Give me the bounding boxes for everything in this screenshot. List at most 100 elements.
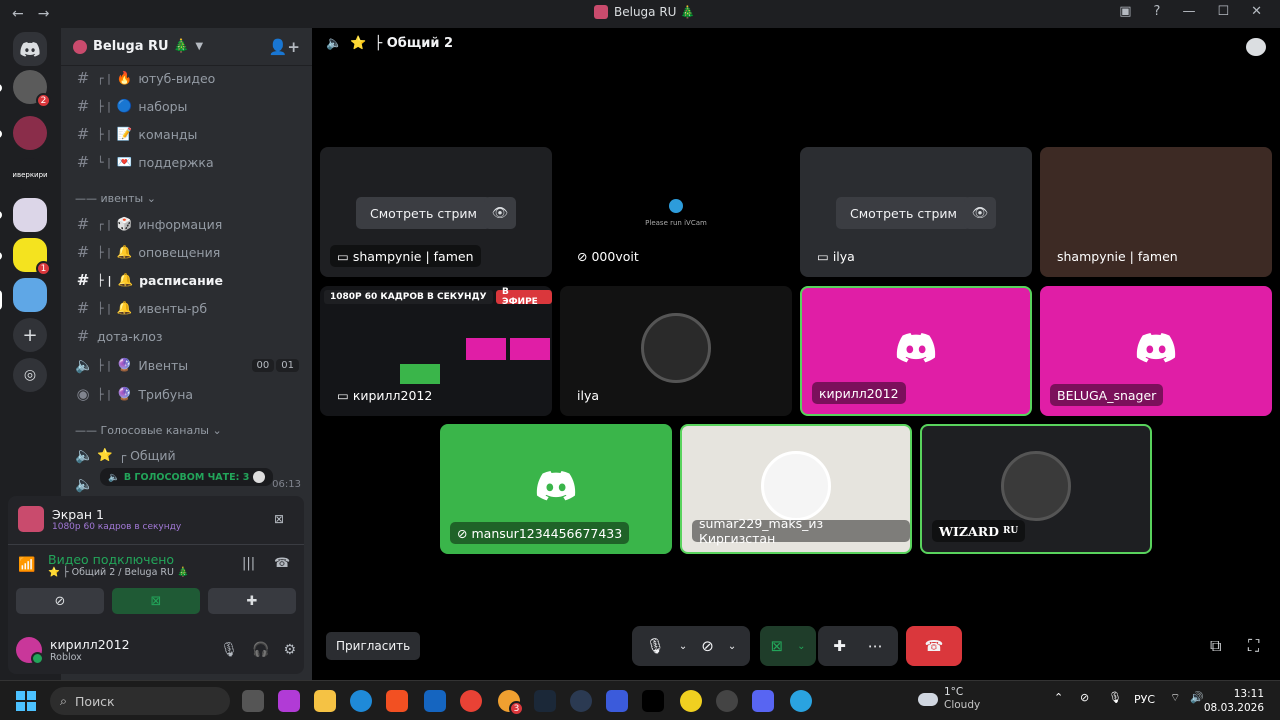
video-tile[interactable]: 1080P 60 КАДРОВ В СЕКУНДУ В ЭФИРЕ ▭ кирил… xyxy=(320,286,552,416)
microphone-icon[interactable]: 🎙 xyxy=(220,642,238,658)
screen-share-button[interactable]: ⊠ xyxy=(112,588,200,614)
help-icon[interactable]: ? xyxy=(1154,4,1161,19)
disconnect-icon[interactable]: ☎ xyxy=(274,556,290,571)
speaker-icon: 🔈 xyxy=(326,36,343,51)
category-events[interactable]: —— ивенты ⌄ xyxy=(75,192,156,205)
invite-button[interactable]: Пригласить xyxy=(326,632,421,660)
channel-item[interactable]: # дота-клоз xyxy=(75,324,163,348)
video-tile[interactable]: BELUGA_snager xyxy=(1040,286,1272,416)
back-arrow-icon[interactable]: ← xyxy=(12,6,24,22)
app-icon[interactable] xyxy=(570,690,592,712)
category-voice[interactable]: —— Голосовые каналы ⌄ xyxy=(75,424,222,437)
chevron-down-icon[interactable]: ⌄ xyxy=(728,641,736,652)
video-tile[interactable]: ilya xyxy=(560,286,792,416)
store-icon[interactable] xyxy=(386,690,408,712)
microphone-icon[interactable]: 🎙 xyxy=(1108,691,1122,704)
taskbar-search[interactable]: ⌕ Поиск xyxy=(50,687,230,715)
activities-button[interactable]: ✚ xyxy=(208,588,296,614)
weather-desc: Cloudy xyxy=(944,699,981,711)
close-button[interactable]: ✕ xyxy=(1251,4,1262,19)
chevron-down-icon[interactable]: ⌄ xyxy=(679,641,687,652)
app-icon[interactable]: 3 xyxy=(498,690,524,716)
video-tile[interactable]: Смотреть стрим 👁 ▭ shampynie | famen xyxy=(320,147,552,277)
stage-channel-item[interactable]: ◉ ├ | 🔮 Трибуна xyxy=(75,382,193,406)
channel-item[interactable]: # ┌ | 🎲 информация xyxy=(75,212,223,236)
chevron-up-icon[interactable]: ⌃ xyxy=(1054,691,1063,704)
app-icon[interactable] xyxy=(642,690,664,712)
chat-icon[interactable] xyxy=(1246,38,1266,56)
voice-channel-item[interactable]: 🔈 ⭐ ┌ Общий xyxy=(75,443,176,467)
watch-stream-button[interactable]: Смотреть стрим xyxy=(356,197,491,229)
chrome-icon[interactable] xyxy=(460,690,482,712)
video-tile[interactable]: ⊘ mansur1234456677433 xyxy=(440,424,672,554)
steam-icon[interactable] xyxy=(534,690,556,712)
app-icon[interactable] xyxy=(680,690,702,712)
headphones-icon[interactable]: 🎧 xyxy=(252,642,269,658)
voice-channel-item[interactable]: 🔈 ├ | 🔮 Ивенты 00 01 xyxy=(75,353,299,377)
task-view-icon[interactable] xyxy=(242,690,264,712)
windows-start-icon[interactable] xyxy=(16,691,36,711)
server-icon-1[interactable]: 2 xyxy=(13,70,51,108)
discord-home-button[interactable] xyxy=(13,32,47,66)
invite-people-icon[interactable]: 👤+ xyxy=(269,38,300,56)
microphone-icon[interactable]: 🎙 xyxy=(646,637,665,655)
popout-icon[interactable]: ⧉ xyxy=(1210,636,1221,656)
copilot-icon[interactable] xyxy=(278,690,300,712)
inbox-icon[interactable]: ▣ xyxy=(1119,4,1131,19)
language-indicator[interactable]: РУС xyxy=(1134,693,1155,706)
preview-icon[interactable]: 👁 xyxy=(964,197,996,229)
noise-suppression-icon[interactable]: ||| xyxy=(242,556,255,571)
video-tile[interactable]: sumar229_maks_из Киргизстан xyxy=(680,424,912,554)
channel-item[interactable]: # ├ | 🔵 наборы xyxy=(75,94,188,118)
preview-icon[interactable]: 👁 xyxy=(484,197,516,229)
video-tile[interactable]: shampynie | famen xyxy=(1040,147,1272,277)
server-icon-6[interactable] xyxy=(13,278,47,312)
disconnect-button[interactable]: ☎ xyxy=(906,626,962,666)
stop-stream-icon[interactable]: ⊠ xyxy=(274,512,284,526)
telegram-icon[interactable] xyxy=(790,690,812,712)
video-tile[interactable]: Смотреть стрим 👁 ▭ ilya xyxy=(800,147,1032,277)
server-icon-4[interactable] xyxy=(13,198,47,232)
edge-icon[interactable] xyxy=(350,690,372,712)
more-icon[interactable]: ⋯ xyxy=(868,637,883,655)
screen-share-control[interactable]: ⊠ ⌄ xyxy=(760,626,816,666)
connection-status[interactable]: Видео подключено xyxy=(48,552,189,567)
server-icon-3[interactable]: иверкири xyxy=(12,158,48,192)
camera-off-icon[interactable]: ⊘ xyxy=(701,637,714,655)
activities-icon[interactable]: ✚ xyxy=(833,637,846,655)
discover-icon[interactable]: ◎ xyxy=(13,358,47,392)
channel-item[interactable]: # ├ | 📝 команды xyxy=(75,122,198,146)
watch-stream-button[interactable]: Смотреть стрим xyxy=(836,197,971,229)
channel-item[interactable]: # ┌ | 🔥 ютуб-видео xyxy=(75,66,216,90)
video-tile[interactable]: кирилл2012 xyxy=(800,286,1032,416)
forward-arrow-icon[interactable]: → xyxy=(38,6,50,22)
fullscreen-icon[interactable]: ⛶ xyxy=(1248,636,1259,656)
discord-taskbar-icon[interactable] xyxy=(752,690,774,712)
video-tile[interactable]: WIZARD RU xyxy=(920,424,1152,554)
weather-widget[interactable]: 1°C Cloudy xyxy=(918,686,980,712)
app-icon[interactable] xyxy=(716,690,738,712)
clock[interactable]: 13:11 08.03.2026 xyxy=(1204,687,1264,715)
network-off-icon[interactable]: ⊘ xyxy=(1080,691,1089,704)
file-explorer-icon[interactable] xyxy=(314,690,336,712)
maximize-button[interactable]: ☐ xyxy=(1217,4,1229,19)
wifi-icon[interactable]: ⌔ xyxy=(1170,691,1180,705)
app-icon[interactable] xyxy=(606,690,628,712)
tile-label: BELUGA_snager xyxy=(1050,384,1164,406)
channel-item[interactable]: # ├ | 🔔 оповещения xyxy=(75,240,221,264)
camera-off-button[interactable]: ⊘ xyxy=(16,588,104,614)
server-icon-5[interactable]: 1 xyxy=(13,238,51,276)
server-icon-2[interactable] xyxy=(13,116,47,150)
connection-location[interactable]: ⭐ ├ Общий 2 / Beluga RU 🎄 xyxy=(48,567,189,578)
volume-icon[interactable]: 🔊 xyxy=(1190,691,1204,704)
minimize-button[interactable]: — xyxy=(1182,4,1195,19)
channel-item[interactable]: # └ | 💌 поддержка xyxy=(75,150,214,174)
outlook-icon[interactable] xyxy=(424,690,446,712)
server-header[interactable]: Beluga RU 🎄 ▼ 👤+ xyxy=(61,28,312,66)
channel-item[interactable]: # ├ | 🔔 ивенты-рб xyxy=(75,296,207,320)
video-tile[interactable]: Please run iVCam ⊘ 000voit xyxy=(560,147,792,277)
gear-icon[interactable]: ⚙ xyxy=(283,642,296,658)
add-server-button[interactable]: + xyxy=(13,318,47,352)
channel-item-active[interactable]: # ├ | 🔔 расписание xyxy=(75,268,223,292)
avatar[interactable] xyxy=(16,637,44,665)
